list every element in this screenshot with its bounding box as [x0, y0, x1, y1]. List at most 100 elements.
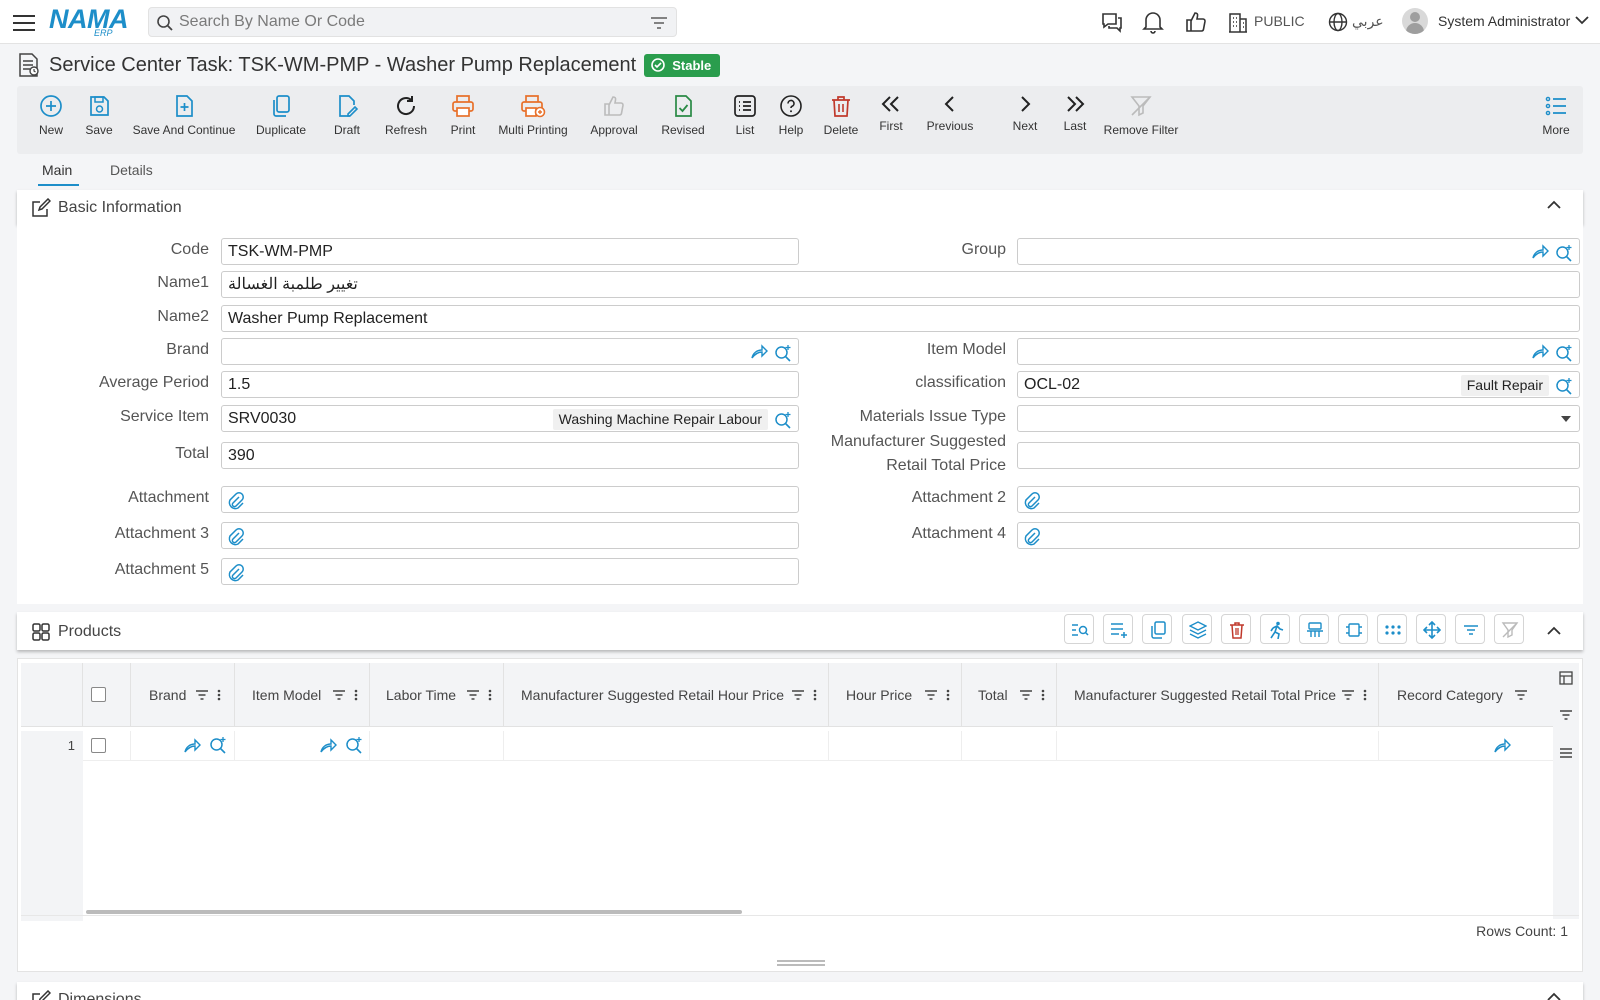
column-menu-icon[interactable] — [354, 689, 358, 701]
refresh-button[interactable]: Refresh — [381, 94, 431, 137]
select-all-checkbox[interactable] — [91, 687, 106, 702]
building-icon[interactable] — [1228, 11, 1248, 33]
open-link-icon[interactable] — [1531, 344, 1549, 360]
open-link-icon[interactable] — [319, 738, 337, 754]
item-model-cell[interactable] — [235, 731, 370, 761]
paperclip-icon[interactable] — [228, 528, 244, 546]
chat-icon[interactable] — [1100, 10, 1124, 34]
grid-delete-button[interactable] — [1221, 614, 1251, 644]
name2-field[interactable]: Washer Pump Replacement — [221, 305, 1580, 332]
multi-printing-button[interactable]: Multi Printing — [493, 94, 573, 137]
paperclip-icon[interactable] — [228, 492, 244, 510]
column-filter-icon[interactable] — [1514, 689, 1528, 701]
menu-lines-icon[interactable] — [1559, 747, 1573, 759]
attachment-field[interactable] — [221, 486, 799, 513]
table-row[interactable]: 1 — [21, 731, 1557, 761]
column-menu-icon[interactable] — [813, 689, 817, 701]
brand-field[interactable] — [221, 338, 799, 365]
list-button[interactable]: List — [729, 94, 761, 137]
name1-field[interactable]: تغيير طلمبة الغسالة — [221, 271, 1580, 298]
column-filter-icon[interactable] — [1019, 689, 1033, 701]
paperclip-icon[interactable] — [1024, 492, 1040, 510]
remove-filter-button[interactable]: Remove Filter — [1099, 94, 1183, 137]
chevron-up-icon[interactable] — [1547, 200, 1561, 210]
paperclip-icon[interactable] — [228, 564, 244, 582]
column-menu-icon[interactable] — [217, 689, 221, 701]
table-columns-icon[interactable] — [1559, 671, 1573, 685]
attachment2-field[interactable] — [1017, 486, 1580, 513]
horizontal-scrollbar[interactable] — [86, 910, 742, 914]
first-record-button[interactable]: First — [875, 94, 907, 133]
column-menu-icon[interactable] — [946, 689, 950, 701]
approval-button[interactable]: Approval — [587, 94, 641, 137]
column-header-msrp-total-price[interactable]: Manufacturer Suggested Retail Total Pric… — [1057, 663, 1379, 727]
next-record-button[interactable]: Next — [1010, 94, 1040, 133]
filter-icon[interactable] — [1559, 709, 1573, 721]
print-button[interactable]: Print — [443, 94, 483, 137]
column-filter-icon[interactable] — [332, 689, 346, 701]
revised-button[interactable]: Revised — [658, 94, 708, 137]
new-button[interactable]: New — [31, 94, 71, 137]
caret-down-icon[interactable] — [1561, 416, 1571, 422]
column-header-total[interactable]: Total — [962, 663, 1057, 727]
open-link-icon[interactable] — [1531, 244, 1549, 260]
group-field[interactable] — [1017, 238, 1580, 265]
column-filter-icon[interactable] — [1341, 689, 1355, 701]
more-button[interactable]: More — [1539, 94, 1573, 137]
duplicate-button[interactable]: Duplicate — [253, 94, 309, 137]
attachment4-field[interactable] — [1017, 522, 1580, 549]
column-header-msrp-hour-price[interactable]: Manufacturer Suggested Retail Hour Price — [504, 663, 829, 727]
hour-price-cell[interactable] — [829, 731, 962, 761]
search-input[interactable] — [179, 8, 629, 36]
search-lookup-icon[interactable] — [774, 344, 792, 362]
globe-icon[interactable] — [1328, 12, 1348, 32]
code-field[interactable]: TSK-WM-PMP — [221, 238, 799, 265]
search-lookup-icon[interactable] — [1555, 344, 1573, 362]
brand-cell[interactable] — [131, 731, 235, 761]
draft-button[interactable]: Draft — [327, 94, 367, 137]
open-link-icon[interactable] — [183, 738, 201, 754]
menu-icon[interactable] — [13, 12, 35, 32]
user-name[interactable]: System Administrator — [1438, 13, 1570, 29]
last-record-button[interactable]: Last — [1060, 94, 1090, 133]
grid-layers-button[interactable] — [1182, 614, 1212, 644]
tab-details[interactable]: Details — [110, 162, 153, 178]
materials-issue-type-select[interactable] — [1017, 405, 1580, 432]
column-menu-icon[interactable] — [1041, 689, 1045, 701]
thumbs-up-icon[interactable] — [1184, 10, 1208, 34]
column-menu-icon[interactable] — [488, 689, 492, 701]
attachment5-field[interactable] — [221, 558, 799, 585]
msrp-total-price-cell[interactable] — [1057, 731, 1379, 761]
column-header-hour-price[interactable]: Hour Price — [829, 663, 962, 727]
open-link-icon[interactable] — [1493, 738, 1511, 754]
avatar[interactable] — [1402, 8, 1428, 34]
record-category-cell[interactable] — [1379, 731, 1529, 761]
tab-main[interactable]: Main — [42, 162, 72, 178]
row-checkbox[interactable] — [91, 738, 106, 753]
column-header-brand[interactable]: Brand — [131, 663, 235, 727]
dimensions-header[interactable]: Dimensions — [17, 982, 1583, 1000]
chevron-up-icon[interactable] — [1547, 626, 1561, 636]
chevron-down-icon[interactable] — [1575, 15, 1589, 25]
search-lookup-icon[interactable] — [209, 736, 227, 754]
filter-icon[interactable] — [650, 15, 668, 31]
column-menu-icon[interactable] — [1363, 689, 1367, 701]
search-lookup-icon[interactable] — [1555, 377, 1573, 395]
column-header-item-model[interactable]: Item Model — [235, 663, 370, 727]
search-lookup-icon[interactable] — [345, 736, 363, 754]
msrp-total-field[interactable] — [1017, 442, 1580, 469]
column-filter-icon[interactable] — [924, 689, 938, 701]
open-link-icon[interactable] — [750, 344, 768, 360]
grid-run-button[interactable] — [1260, 614, 1290, 644]
service-item-field[interactable]: SRV0030 Washing Machine Repair Labour — [221, 405, 799, 432]
bell-icon[interactable] — [1142, 10, 1164, 34]
labor-time-cell[interactable] — [370, 731, 504, 761]
delete-button[interactable]: Delete — [821, 94, 861, 137]
total-field[interactable]: 390 — [221, 442, 799, 469]
grid-settings-button[interactable] — [1299, 614, 1329, 644]
grid-remove-filter-button[interactable] — [1494, 614, 1524, 644]
grid-search-button[interactable] — [1064, 614, 1094, 644]
attachment3-field[interactable] — [221, 522, 799, 549]
column-header-record-category[interactable]: Record Category — [1379, 663, 1529, 727]
language-switch[interactable]: عربي — [1352, 13, 1384, 30]
